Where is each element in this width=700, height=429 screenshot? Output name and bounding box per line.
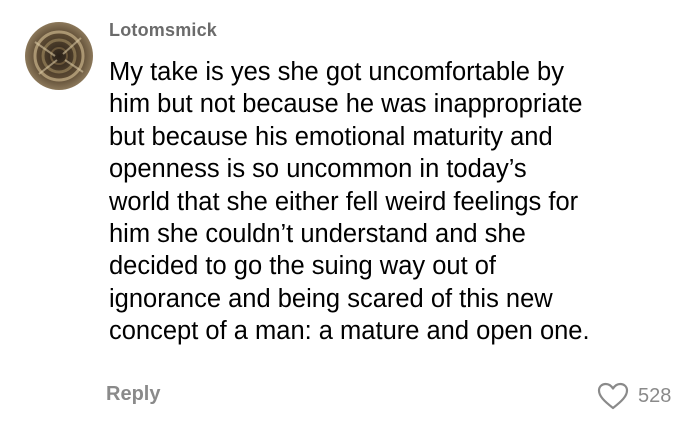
comment-text: My take is yes she got uncomfortable by …	[109, 56, 689, 348]
comment-line: but because his emotional maturity and	[109, 122, 553, 151]
avatar-photo	[25, 22, 93, 90]
like-count: 528	[638, 384, 672, 407]
comment-line: him she couldn’t understand and she	[109, 220, 526, 249]
reply-button[interactable]: Reply	[106, 383, 160, 406]
comment-card: Lotomsmick My take is yes she got uncomf…	[0, 0, 700, 429]
comment-line: My take is yes she got uncomfortable by	[109, 58, 564, 86]
username[interactable]: Lotomsmick	[109, 20, 217, 41]
like-button[interactable]: 528	[597, 381, 671, 411]
user-avatar[interactable]	[25, 22, 93, 90]
comment-line: ignorance and being scared of this new	[109, 284, 553, 313]
comment-line: him but not because he was inappropriate	[109, 90, 583, 119]
heart-icon[interactable]	[597, 382, 629, 410]
comment-line: concept of a man: a mature and open one.	[109, 317, 590, 346]
comment-line: decided to go the suing way out of	[109, 252, 497, 281]
comment-line: world that she either fell weird feeling…	[109, 187, 579, 216]
comment-line: openness is so uncommon in today’s	[109, 155, 527, 184]
